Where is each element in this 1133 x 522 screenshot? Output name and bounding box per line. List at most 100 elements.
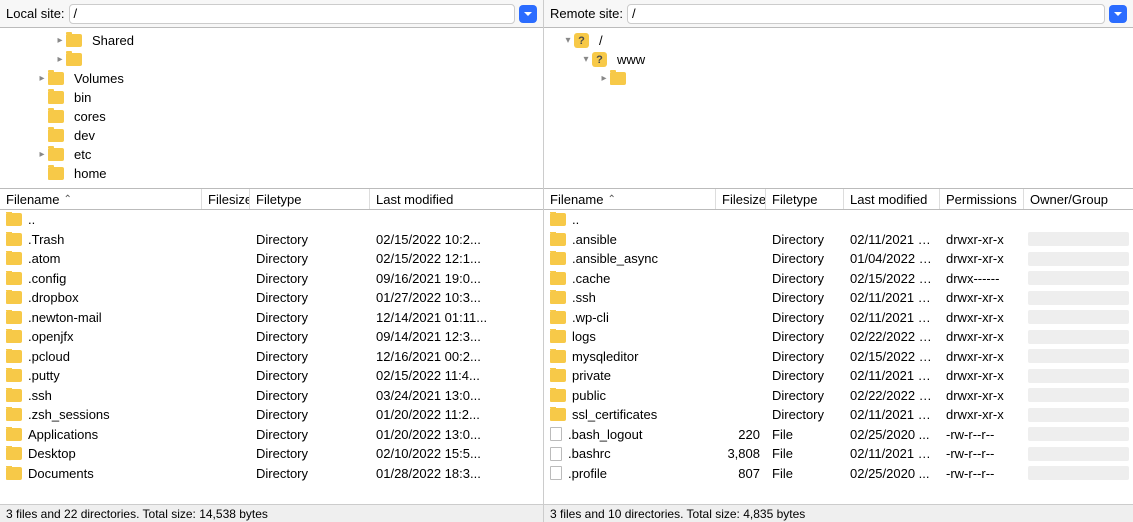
- folder-icon: [6, 350, 22, 363]
- file-modified: 01/20/2022 13:0...: [370, 427, 543, 442]
- file-permissions: drwxr-xr-x: [940, 329, 1024, 344]
- list-item[interactable]: publicDirectory02/22/2022 1...drwxr-xr-x: [544, 386, 1133, 406]
- list-item[interactable]: mysqleditorDirectory02/15/2022 1...drwxr…: [544, 347, 1133, 367]
- file-icon: [550, 447, 562, 461]
- list-item[interactable]: .zsh_sessionsDirectory01/20/2022 11:2...: [0, 405, 543, 425]
- list-item[interactable]: privateDirectory02/11/2021 1...drwxr-xr-…: [544, 366, 1133, 386]
- expander-icon[interactable]: [36, 168, 48, 180]
- tree-item[interactable]: ▾?/: [544, 31, 1133, 50]
- list-item[interactable]: .openjfxDirectory09/14/2021 12:3...: [0, 327, 543, 347]
- file-owner: [1028, 271, 1129, 285]
- file-name: .dropbox: [28, 290, 79, 305]
- remote-site-dropdown-button[interactable]: [1109, 5, 1127, 23]
- local-tree[interactable]: ▸ Shared ▸ ▸Volumesbincoresdev▸etchome: [0, 28, 543, 188]
- col-filename[interactable]: Filename ⌃: [0, 189, 202, 209]
- file-modified: 09/14/2021 12:3...: [370, 329, 543, 344]
- file-name: .putty: [28, 368, 60, 383]
- file-icon: [550, 466, 562, 480]
- local-file-list[interactable]: ...TrashDirectory02/15/2022 10:2....atom…: [0, 210, 543, 504]
- col-modified[interactable]: Last modified: [370, 189, 543, 209]
- list-item[interactable]: .cacheDirectory02/15/2022 1...drwx------: [544, 269, 1133, 289]
- col-filesize[interactable]: Filesize: [716, 189, 766, 209]
- list-item[interactable]: .sshDirectory02/11/2021 1...drwxr-xr-x: [544, 288, 1133, 308]
- file-owner: [1028, 252, 1129, 266]
- expander-icon[interactable]: ▸: [598, 73, 610, 85]
- col-modified[interactable]: Last modified: [844, 189, 940, 209]
- col-owner[interactable]: Owner/Group: [1024, 189, 1133, 209]
- tree-item[interactable]: dev: [0, 126, 543, 145]
- list-item[interactable]: .sshDirectory03/24/2021 13:0...: [0, 386, 543, 406]
- list-item[interactable]: .newton-mailDirectory12/14/2021 01:11...: [0, 308, 543, 328]
- list-item[interactable]: .profile807File02/25/2020 ...-rw-r--r--: [544, 464, 1133, 484]
- file-permissions: -rw-r--r--: [940, 446, 1024, 461]
- tree-item-label: Shared: [88, 33, 138, 48]
- file-modified: 02/11/2021 1...: [844, 368, 940, 383]
- list-item[interactable]: ..: [0, 210, 543, 230]
- folder-icon: [6, 389, 22, 402]
- col-permissions[interactable]: Permissions: [940, 189, 1024, 209]
- unknown-folder-icon: ?: [592, 52, 607, 67]
- expander-icon[interactable]: ▸: [54, 54, 66, 66]
- tree-item[interactable]: ▸: [544, 69, 1133, 88]
- col-filetype[interactable]: Filetype: [250, 189, 370, 209]
- list-item[interactable]: .bash_logout220File02/25/2020 ...-rw-r--…: [544, 425, 1133, 445]
- list-item[interactable]: .pcloudDirectory12/16/2021 00:2...: [0, 347, 543, 367]
- expander-icon[interactable]: [36, 111, 48, 123]
- local-columns: Filename ⌃ Filesize Filetype Last modifi…: [0, 188, 543, 210]
- list-item[interactable]: .configDirectory09/16/2021 19:0...: [0, 269, 543, 289]
- tree-item-label: /: [595, 33, 607, 48]
- local-site-dropdown-button[interactable]: [519, 5, 537, 23]
- file-modified: 01/28/2022 18:3...: [370, 466, 543, 481]
- tree-item[interactable]: cores: [0, 107, 543, 126]
- tree-item[interactable]: ▸ Shared: [0, 31, 543, 50]
- folder-icon: [6, 252, 22, 265]
- list-item[interactable]: .bashrc3,808File02/11/2021 1...-rw-r--r-…: [544, 444, 1133, 464]
- local-site-path-input[interactable]: /: [69, 4, 515, 24]
- list-item[interactable]: ssl_certificatesDirectory02/11/2021 1...…: [544, 405, 1133, 425]
- folder-icon: [48, 148, 64, 161]
- list-item[interactable]: ApplicationsDirectory01/20/2022 13:0...: [0, 425, 543, 445]
- tree-item[interactable]: home: [0, 164, 543, 183]
- file-type: File: [766, 427, 844, 442]
- file-type: Directory: [250, 407, 370, 422]
- file-modified: 02/11/2021 1...: [844, 310, 940, 325]
- list-item[interactable]: .ansibleDirectory02/11/2021 1...drwxr-xr…: [544, 230, 1133, 250]
- list-item[interactable]: .atomDirectory02/15/2022 12:1...: [0, 249, 543, 269]
- list-item[interactable]: .puttyDirectory02/15/2022 11:4...: [0, 366, 543, 386]
- expander-icon[interactable]: ▾: [562, 35, 574, 47]
- folder-icon: [6, 408, 22, 421]
- folder-icon: [66, 53, 82, 66]
- tree-item[interactable]: ▾?www: [544, 50, 1133, 69]
- remote-tree[interactable]: ▾?/▾?www▸: [544, 28, 1133, 188]
- tree-item[interactable]: ▸: [0, 50, 543, 69]
- expander-icon[interactable]: ▸: [36, 149, 48, 161]
- list-item[interactable]: .dropboxDirectory01/27/2022 10:3...: [0, 288, 543, 308]
- list-item[interactable]: ..: [544, 210, 1133, 230]
- file-modified: 02/10/2022 15:5...: [370, 446, 543, 461]
- list-item[interactable]: DocumentsDirectory01/28/2022 18:3...: [0, 464, 543, 484]
- file-modified: 02/11/2021 1...: [844, 407, 940, 422]
- list-item[interactable]: DesktopDirectory02/10/2022 15:5...: [0, 444, 543, 464]
- col-filename[interactable]: Filename ⌃: [544, 189, 716, 209]
- expander-icon[interactable]: [36, 130, 48, 142]
- list-item[interactable]: .wp-cliDirectory02/11/2021 1...drwxr-xr-…: [544, 308, 1133, 328]
- expander-icon[interactable]: [36, 92, 48, 104]
- file-permissions: drwxr-xr-x: [940, 310, 1024, 325]
- tree-item[interactable]: bin: [0, 88, 543, 107]
- remote-file-list[interactable]: ...ansibleDirectory02/11/2021 1...drwxr-…: [544, 210, 1133, 504]
- file-owner: [1028, 291, 1129, 305]
- expander-icon[interactable]: ▸: [54, 35, 66, 47]
- remote-site-path-input[interactable]: /: [627, 4, 1105, 24]
- tree-item[interactable]: ▸Volumes: [0, 69, 543, 88]
- file-permissions: drwx------: [940, 271, 1024, 286]
- list-item[interactable]: .TrashDirectory02/15/2022 10:2...: [0, 230, 543, 250]
- col-filetype[interactable]: Filetype: [766, 189, 844, 209]
- expander-icon[interactable]: ▸: [36, 73, 48, 85]
- tree-item[interactable]: ▸etc: [0, 145, 543, 164]
- file-modified: 01/04/2022 1...: [844, 251, 940, 266]
- expander-icon[interactable]: ▾: [580, 54, 592, 66]
- col-filesize[interactable]: Filesize: [202, 189, 250, 209]
- list-item[interactable]: .ansible_asyncDirectory01/04/2022 1...dr…: [544, 249, 1133, 269]
- file-size: 220: [716, 427, 766, 442]
- list-item[interactable]: logsDirectory02/22/2022 1...drwxr-xr-x: [544, 327, 1133, 347]
